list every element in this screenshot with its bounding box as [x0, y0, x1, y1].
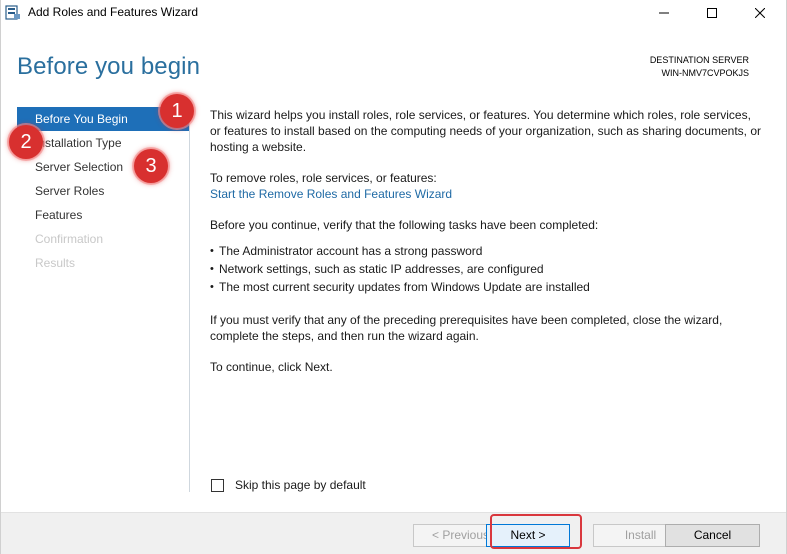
nav-item-results: Results: [35, 256, 76, 270]
list-item: Network settings, such as static IP addr…: [210, 260, 762, 278]
nav-item-confirmation: Confirmation: [35, 232, 104, 246]
skip-label: Skip this page by default: [235, 478, 366, 492]
destination-label: DESTINATION SERVER: [649, 55, 749, 65]
minimize-icon: [659, 12, 669, 14]
nav-divider: [189, 108, 190, 492]
nav-item-server-roles[interactable]: Server Roles: [17, 179, 189, 203]
step-marker-3: 3: [134, 149, 168, 183]
cancel-button[interactable]: Cancel: [665, 524, 760, 547]
server-manager-icon: [5, 5, 20, 20]
close-button[interactable]: [737, 0, 783, 26]
wizard-window: Add Roles and Features Wizard Before you…: [0, 0, 787, 554]
window-title: Add Roles and Features Wizard: [28, 5, 199, 19]
close-icon: [755, 8, 765, 18]
maximize-icon: [707, 8, 717, 18]
skip-checkbox[interactable]: [211, 478, 224, 492]
page-title: Before you begin: [17, 53, 201, 80]
prereq-text: If you must verify that any of the prece…: [210, 313, 723, 343]
destination-server-info: DESTINATION SERVER WIN-NMV7CVPOKJS: [650, 54, 749, 80]
skip-page-option[interactable]: Skip this page by default: [211, 478, 366, 492]
nav-item-features[interactable]: Features: [17, 203, 189, 227]
next-button-highlight: [490, 514, 582, 549]
remove-text: To remove roles, role services, or featu…: [210, 171, 437, 185]
continue-text: To continue, click Next.: [210, 360, 333, 374]
verify-text: Before you continue, verify that the fol…: [210, 218, 599, 232]
destination-server-name: WIN-NMV7CVPOKJS: [661, 68, 749, 78]
footer-bar: < Previous Next > Install Cancel: [1, 512, 786, 554]
minimize-button[interactable]: [641, 0, 687, 26]
list-item: The most current security updates from W…: [210, 278, 762, 296]
step-marker-1: 1: [160, 94, 194, 128]
title-bar: Add Roles and Features Wizard: [1, 0, 786, 26]
list-item: The Administrator account has a strong p…: [210, 242, 762, 260]
step-marker-2: 2: [9, 125, 43, 159]
maximize-button[interactable]: [689, 0, 735, 26]
remove-wizard-link[interactable]: Start the Remove Roles and Features Wiza…: [210, 187, 452, 201]
prerequisites-list: The Administrator account has a strong p…: [210, 242, 762, 296]
wizard-steps-nav: Before You Begin Installation Type Serve…: [17, 107, 189, 275]
content-panel: This wizard helps you install roles, rol…: [210, 107, 762, 375]
intro-text: This wizard helps you install roles, rol…: [210, 108, 761, 154]
